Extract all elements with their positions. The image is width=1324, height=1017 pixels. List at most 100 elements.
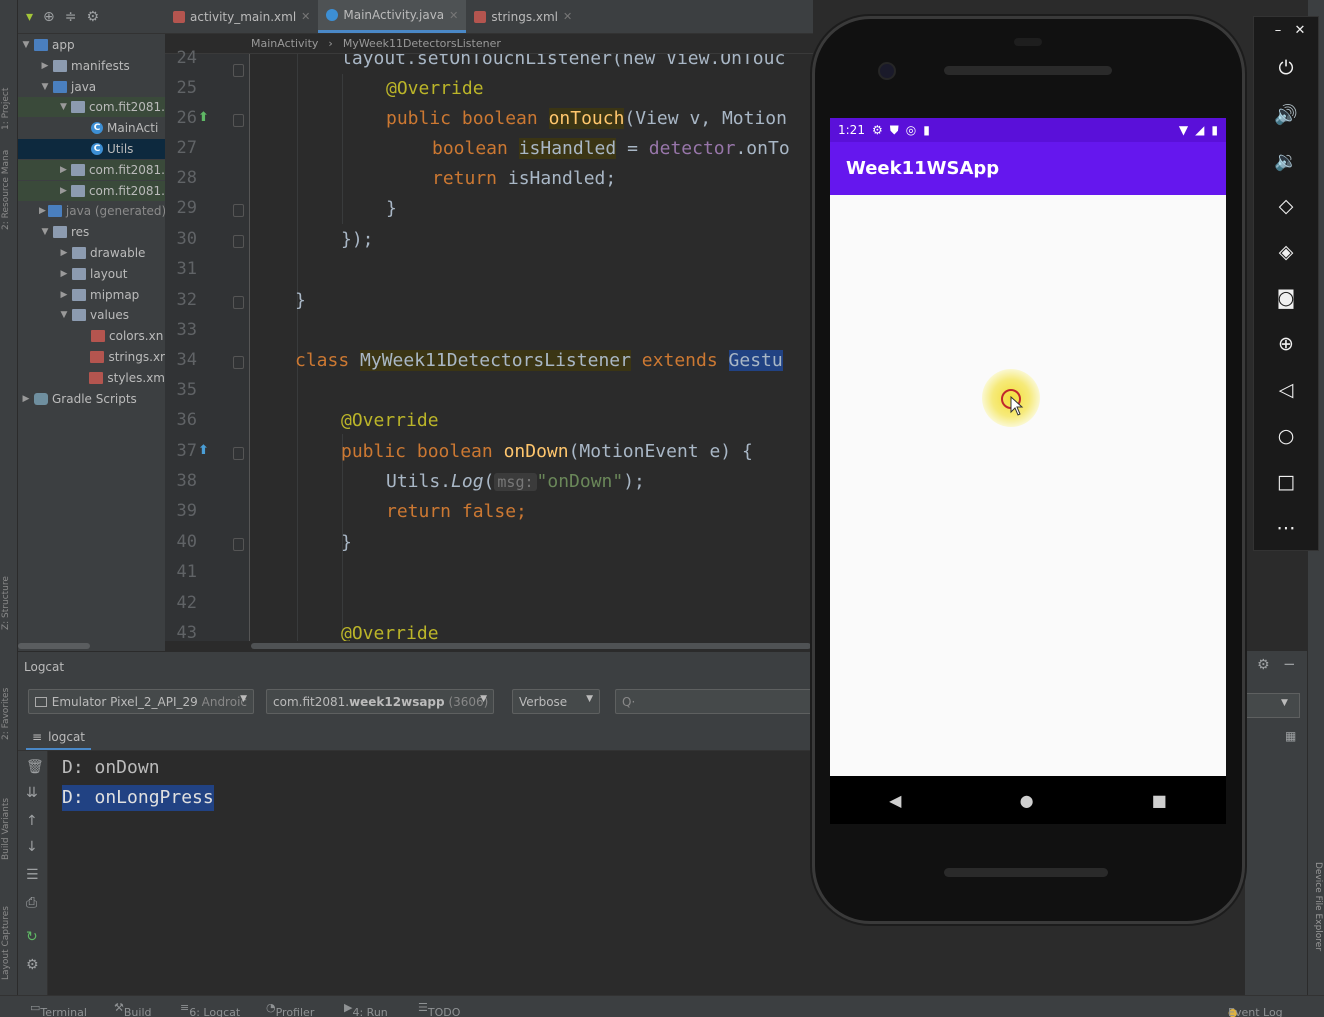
soft-wrap-icon[interactable]: ☰ xyxy=(26,867,39,883)
layout-icon[interactable]: ▦ xyxy=(1285,729,1296,743)
fold-marker[interactable] xyxy=(233,114,244,127)
minimize-icon[interactable]: − xyxy=(1283,655,1296,673)
restart-icon[interactable]: ↻ xyxy=(26,929,38,945)
fold-marker[interactable] xyxy=(233,538,244,551)
tree-item[interactable]: ▼ com.fit2081. xyxy=(18,97,165,118)
tree-item[interactable]: ▶ drawable xyxy=(18,243,165,263)
terminal-tab[interactable]: ▭ Terminal xyxy=(30,1001,87,1017)
more-icon[interactable]: ⋯ xyxy=(1254,517,1318,539)
volume-up-icon[interactable]: 🔊 xyxy=(1254,103,1318,126)
arrow-down-icon[interactable]: ↓ xyxy=(26,839,38,855)
nav-back-icon[interactable]: ◀ xyxy=(889,791,901,810)
fold-marker[interactable] xyxy=(233,296,244,309)
tool-tab-resource-manager[interactable]: 2: Resource Manager xyxy=(1,150,17,230)
close-icon[interactable]: ✕ xyxy=(563,10,572,23)
chevron-right-icon[interactable]: ▶ xyxy=(39,61,51,71)
chevron-right-icon[interactable]: ▶ xyxy=(58,248,70,258)
chevron-down-icon[interactable]: ▼ xyxy=(39,227,51,237)
editor-horizontal-scrollbar[interactable] xyxy=(251,641,813,651)
overview-icon[interactable]: □ xyxy=(1254,471,1318,493)
chevron-right-icon[interactable]: ▶ xyxy=(20,394,32,404)
tab-main-activity-java[interactable]: MainActivity.java ✕ xyxy=(318,0,467,33)
tree-item[interactable]: ▼ values xyxy=(18,305,165,325)
tree-item[interactable]: colors.xn xyxy=(18,326,165,346)
close-icon[interactable]: ✕ xyxy=(1268,23,1324,38)
print-icon[interactable]: ⎙ xyxy=(26,895,37,911)
breadcrumb-item[interactable]: MainActivity xyxy=(251,37,318,50)
override-marker-icon[interactable]: ⬆ xyxy=(198,443,209,458)
log-line[interactable]: D: onLongPress xyxy=(62,785,214,811)
chevron-down-icon[interactable]: ▼ xyxy=(39,82,51,92)
tree-item[interactable]: ▼ java xyxy=(18,77,165,97)
tree-item[interactable]: ▶ com.fit2081. xyxy=(18,159,165,180)
trash-icon[interactable]: 🗑 xyxy=(26,759,44,775)
tree-item[interactable]: C MainActi xyxy=(18,118,165,138)
back-icon[interactable]: ◁ xyxy=(1254,379,1318,401)
home-icon[interactable]: ○ xyxy=(1254,425,1318,447)
fold-marker[interactable] xyxy=(233,356,244,369)
filter-select[interactable] xyxy=(1246,693,1300,718)
phone-screen[interactable] xyxy=(830,118,1226,776)
process-select[interactable]: com.fit2081. week12wsapp (3606) ▼ xyxy=(266,689,494,714)
tree-item[interactable]: ▶ layout xyxy=(18,264,165,284)
locate-icon[interactable]: ⊕ xyxy=(43,9,55,25)
tool-tab-favorites[interactable]: 2: Favorites xyxy=(1,660,17,740)
chevron-right-icon[interactable]: ▶ xyxy=(58,290,70,300)
tree-item[interactable]: styles.xm xyxy=(18,368,165,388)
close-icon[interactable]: ✕ xyxy=(449,9,458,22)
zoom-icon[interactable]: ⊕ xyxy=(1254,333,1318,355)
run-tab[interactable]: ▶ 4: Run xyxy=(344,1001,388,1017)
scroll-to-end-icon[interactable]: ⇊ xyxy=(26,785,38,801)
tab-logcat[interactable]: ≡ logcat xyxy=(26,726,92,750)
fold-marker[interactable] xyxy=(233,447,244,460)
tree-item[interactable]: ▶ mipmap xyxy=(18,285,165,305)
todo-tab[interactable]: ☰ TODO xyxy=(418,1001,460,1017)
rotate-right-icon[interactable]: ◈ xyxy=(1254,241,1318,263)
logcat-output[interactable]: D: onDown D: onLongPress xyxy=(48,751,813,995)
volume-down-icon[interactable]: 🔉 xyxy=(1254,149,1318,172)
tree-item[interactable]: ▼ app xyxy=(18,35,165,55)
tool-tab-layout-captures[interactable]: Layout Captures xyxy=(1,880,17,980)
gear-icon[interactable]: ⚙ xyxy=(26,957,39,973)
override-marker-icon[interactable]: ⬆ xyxy=(198,110,209,125)
device-select[interactable]: Emulator Pixel_2_API_29 Androic ▼ xyxy=(28,689,254,714)
tab-activity-main-xml[interactable]: activity_main.xml ✕ xyxy=(165,0,318,33)
chevron-down-icon[interactable]: ▼ xyxy=(20,40,32,50)
code-editor[interactable]: layout.setOnTouchListener(new View.OnTou… xyxy=(251,54,813,641)
log-level-select[interactable]: Verbose ▼ xyxy=(512,689,600,714)
collapse-icon[interactable]: ≑ xyxy=(65,9,77,25)
power-icon[interactable]: ⏻ xyxy=(1254,57,1318,79)
android-icon[interactable]: ▾ xyxy=(26,9,33,25)
build-tab[interactable]: ⚒ Build xyxy=(114,1001,152,1017)
nav-home-icon[interactable]: ● xyxy=(1020,791,1034,810)
tool-tab-structure[interactable]: Z: Structure xyxy=(1,560,17,630)
chevron-right-icon[interactable]: ▶ xyxy=(58,186,69,196)
breadcrumb-item[interactable]: MyWeek11DetectorsListener xyxy=(343,37,501,50)
tree-item[interactable]: ▶ manifests xyxy=(18,56,165,76)
chevron-down-icon[interactable]: ▼ xyxy=(58,310,70,320)
tree-horizontal-scrollbar[interactable] xyxy=(18,641,165,651)
fold-marker[interactable] xyxy=(233,204,244,217)
fold-marker[interactable] xyxy=(233,64,244,77)
gear-icon[interactable]: ⚙ xyxy=(1257,657,1270,673)
chevron-down-icon[interactable]: ▼ xyxy=(58,102,69,112)
tree-item[interactable]: ▼ res xyxy=(18,222,165,242)
tab-strings-xml[interactable]: strings.xml ✕ xyxy=(466,0,580,33)
chevron-right-icon[interactable]: ▶ xyxy=(58,165,69,175)
rotate-left-icon[interactable]: ◇ xyxy=(1254,195,1318,217)
close-icon[interactable]: ✕ xyxy=(301,10,310,23)
arrow-up-icon[interactable]: ↑ xyxy=(26,813,38,829)
tool-tab-device-file-explorer[interactable]: Device File Explorer xyxy=(1309,862,1323,951)
fold-marker[interactable] xyxy=(233,235,244,248)
tree-item[interactable]: ▶ Gradle Scripts xyxy=(18,389,165,409)
camera-icon[interactable]: ◙ xyxy=(1254,287,1318,309)
nav-recents-icon[interactable]: ■ xyxy=(1152,791,1167,810)
tool-tab-build-variants[interactable]: Build Variants xyxy=(1,780,17,860)
logcat-tab[interactable]: ≡ 6: Logcat xyxy=(180,1001,240,1017)
tool-tab-project[interactable]: 1: Project xyxy=(1,20,17,130)
log-line[interactable]: D: onDown xyxy=(62,755,160,781)
tree-item[interactable]: ▶ java (generated) xyxy=(18,201,165,221)
tree-item[interactable]: ▶ com.fit2081. xyxy=(18,180,165,201)
profiler-tab[interactable]: ◔ Profiler xyxy=(266,1001,314,1017)
tree-item[interactable]: strings.xr xyxy=(18,347,165,367)
